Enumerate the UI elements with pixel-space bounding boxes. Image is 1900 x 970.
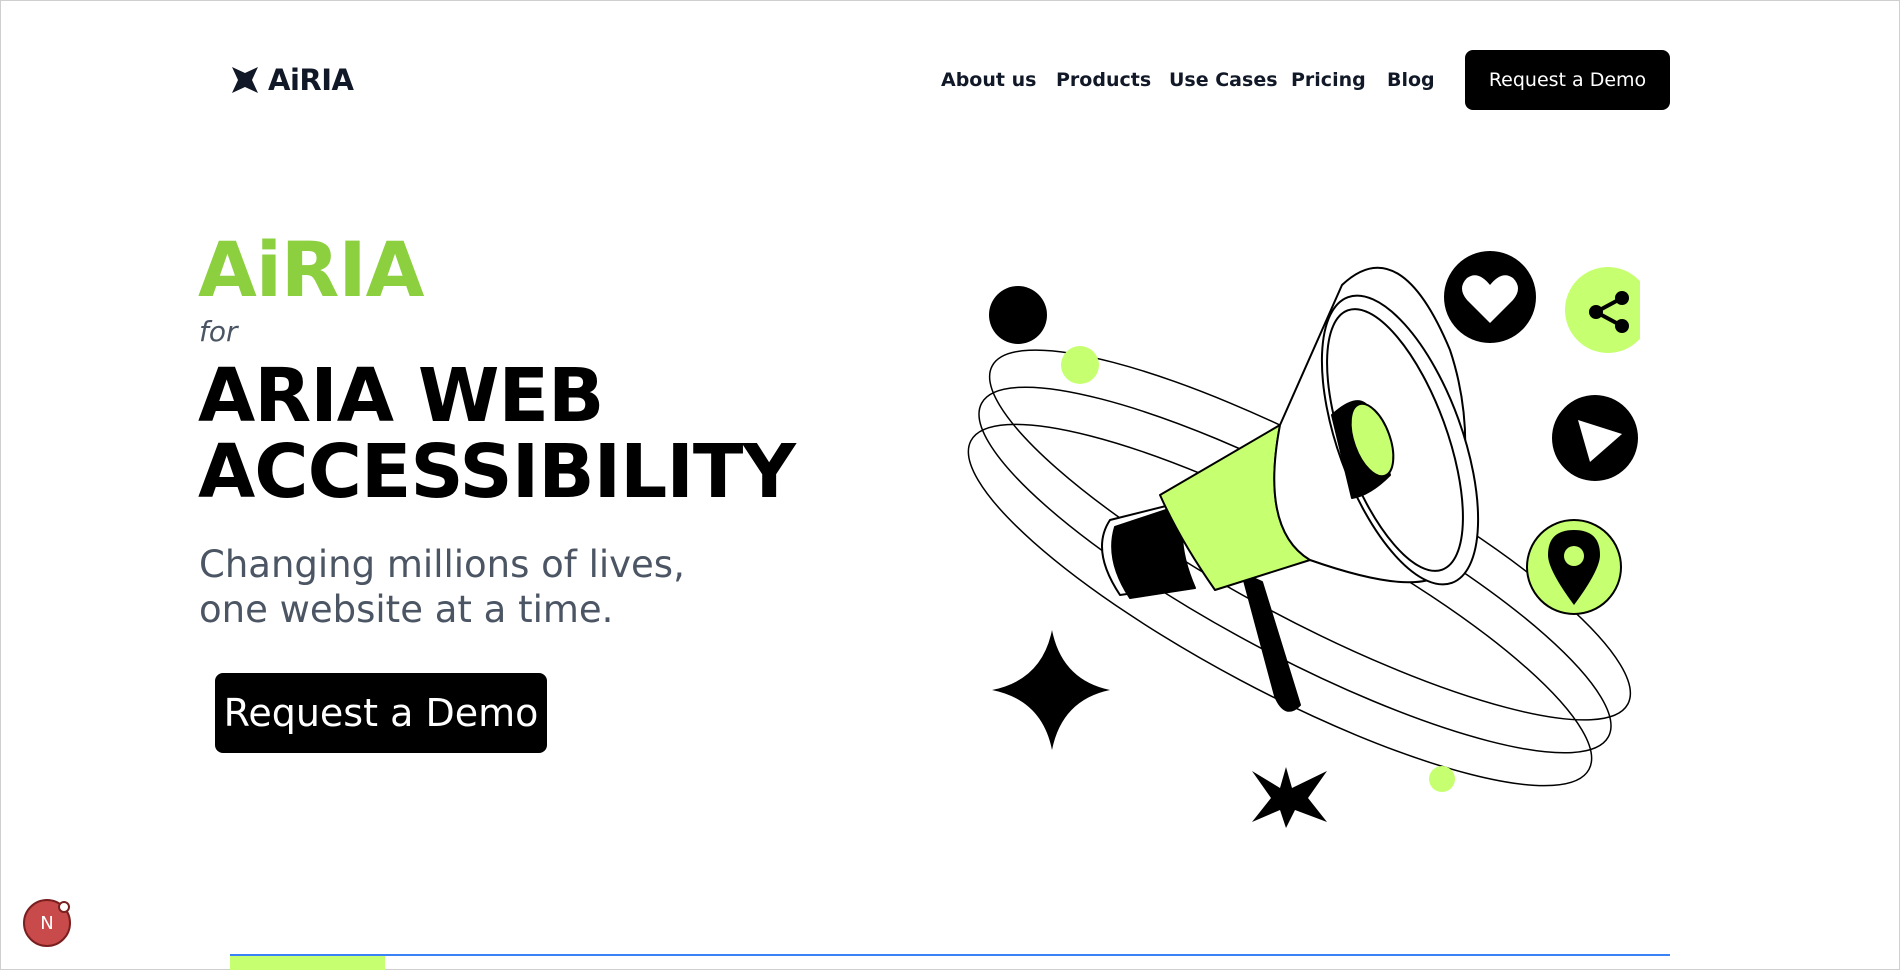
logo-star-icon: [232, 67, 258, 93]
subline-line-2: one website at a time.: [199, 588, 614, 631]
black-dot: [989, 286, 1047, 344]
hero-subline: Changing millions of lives, one website …: [199, 542, 719, 632]
location-badge: [1526, 519, 1622, 615]
heart-badge: [1444, 251, 1536, 343]
lime-dot: [1061, 346, 1099, 384]
megaphone-icon: [1101, 266, 1480, 712]
megaphone-illustration: [967, 251, 1640, 828]
notification-dot-icon: [58, 901, 70, 913]
progress-track: [230, 954, 1670, 956]
nav-item-use-cases[interactable]: Use Cases: [1169, 69, 1278, 91]
nav-item-about-us[interactable]: About us: [941, 69, 1036, 91]
hero-brand: AiRIA: [198, 225, 424, 314]
lime-small-dot: [1429, 766, 1455, 792]
request-demo-header-button[interactable]: Request a Demo: [1465, 50, 1670, 110]
site-logo[interactable]: AiRIA: [230, 62, 354, 98]
nav-item-products[interactable]: Products: [1056, 69, 1151, 91]
request-demo-hero-button[interactable]: Request a Demo: [215, 673, 547, 753]
hero-headline: ARIA WEB ACCESSIBILITY: [198, 358, 796, 510]
play-badge: [1552, 395, 1638, 481]
nav-item-blog[interactable]: Blog: [1387, 69, 1435, 91]
four-point-star-small-icon: [1252, 767, 1327, 828]
hero-for-text: for: [199, 315, 238, 348]
subline-line-1: Changing millions of lives,: [199, 543, 685, 586]
logo-text: AiRIA: [268, 63, 354, 97]
share-badge: [1565, 267, 1640, 353]
four-point-star-icon: [992, 630, 1110, 750]
headline-line-2: ACCESSIBILITY: [198, 429, 796, 515]
nav-item-pricing[interactable]: Pricing: [1291, 69, 1366, 91]
progress-fill: [230, 956, 385, 970]
headline-line-1: ARIA WEB: [198, 353, 604, 439]
